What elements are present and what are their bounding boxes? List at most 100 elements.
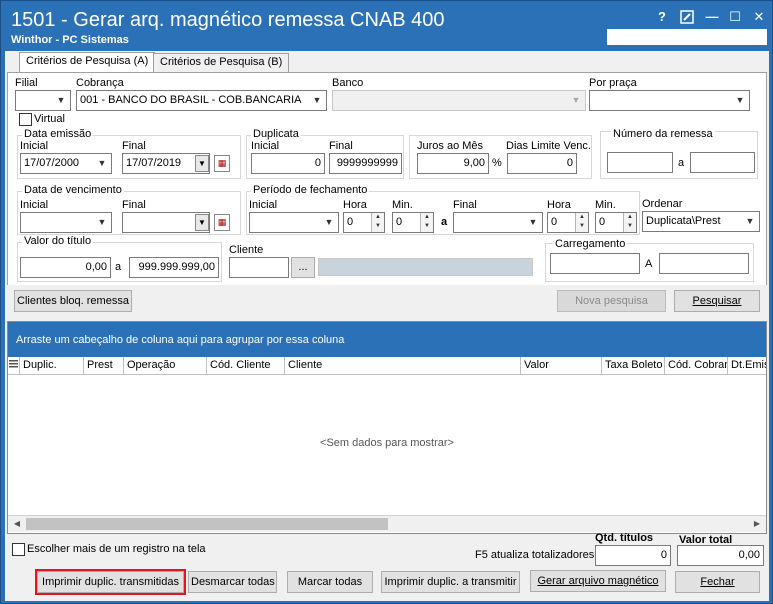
pesquisar-button[interactable]: Pesquisar <box>674 290 760 312</box>
cobranca-combo[interactable]: 001 - BANCO DO BRASIL - COB.BANCARIA ▼ <box>76 90 327 111</box>
chevron-down-icon: ▼ <box>97 158 107 168</box>
gerar-arquivo-button[interactable]: Gerar arquivo magnético <box>530 570 666 592</box>
empty-grid-message: <Sem dados para mostrar> <box>320 437 454 449</box>
tab-strip: Critérios de Pesquisa (A) Critérios de P… <box>5 51 769 73</box>
imprimir-a-transmitir-button[interactable]: Imprimir duplic. a transmitir <box>381 571 520 593</box>
chevron-down-icon: ▼ <box>312 95 322 105</box>
column-operacao[interactable]: Operação <box>124 357 207 375</box>
dias-limite-label: Dias Limite Venc. <box>506 140 591 152</box>
column-valor[interactable]: Valor <box>521 357 602 375</box>
spin-arrows-icon[interactable]: ▲ ▼ <box>371 213 384 232</box>
fechamento-inicial-label: Inicial <box>249 199 278 211</box>
cliente-name-display <box>318 258 533 276</box>
results-grid[interactable]: Arraste um cabeçalho de coluna aqui para… <box>7 321 767 534</box>
fechamento-sep: a <box>441 216 448 228</box>
numero-remessa-to[interactable] <box>690 152 755 173</box>
numero-remessa-from[interactable] <box>607 152 673 173</box>
filial-label: Filial <box>15 77 38 89</box>
qtd-titulos-value: 0 <box>595 545 671 566</box>
scroll-left-icon[interactable]: ◀ <box>10 517 24 531</box>
duplicata-inicial-label: Inicial <box>251 140 280 152</box>
fechar-button[interactable]: Fechar <box>675 571 760 593</box>
cliente-code-input[interactable] <box>229 257 289 278</box>
emissao-inicial-input[interactable]: 17/07/2000 ▼ <box>20 153 112 174</box>
banco-combo[interactable]: ▼ <box>332 90 586 111</box>
valor-to-input[interactable]: 999.999.999,00 <box>129 257 219 278</box>
title-strip <box>607 29 767 45</box>
chevron-down-icon[interactable]: ▼ <box>195 155 209 172</box>
spin-arrows-icon[interactable]: ▲ ▼ <box>575 213 588 232</box>
column-cod-cobranca[interactable]: Cód. Cobran <box>665 357 728 375</box>
column-cliente[interactable]: Cliente <box>285 357 521 375</box>
vencimento-inicial-input[interactable]: ▼ <box>20 212 112 233</box>
duplicata-title: Duplicata <box>251 128 301 140</box>
virtual-checkbox[interactable] <box>19 113 32 126</box>
numero-remessa-label: Número da remessa <box>611 128 715 140</box>
juros-input[interactable]: 9,00 <box>417 153 489 174</box>
marcar-todas-button[interactable]: Marcar todas <box>287 571 373 593</box>
column-duplic[interactable]: Duplic. <box>20 357 84 375</box>
fechamento-inicial-input[interactable]: ▼ <box>249 212 339 233</box>
hora2-label: Hora <box>547 199 571 211</box>
help-button[interactable]: ? <box>652 8 672 26</box>
footer-panel: Escolher mais de um registro na tela Qtd… <box>5 532 769 601</box>
chevron-down-icon: ▼ <box>56 95 66 105</box>
edit-icon[interactable] <box>677 8 697 26</box>
cliente-label: Cliente <box>229 244 264 256</box>
numero-remessa-sep: a <box>678 157 685 169</box>
column-chooser-icon[interactable] <box>8 357 20 375</box>
carregamento-from[interactable] <box>550 253 640 274</box>
juros-label: Juros ao Mês <box>417 140 484 152</box>
title-bar[interactable]: 1501 - Gerar arq. magnético remessa CNAB… <box>1 1 772 49</box>
carregamento-to[interactable] <box>659 253 749 274</box>
scroll-right-icon[interactable]: ▶ <box>750 517 764 531</box>
column-taxa-boleto[interactable]: Taxa Boleto <box>602 357 665 375</box>
emissao-inicial-label: Inicial <box>20 140 49 152</box>
client-area: Critérios de Pesquisa (A) Critérios de P… <box>5 51 769 601</box>
juros-unit: % <box>492 157 502 169</box>
vencimento-inicial-label: Inicial <box>20 199 49 211</box>
virtual-label: Virtual <box>34 113 65 125</box>
chevron-down-icon: ▼ <box>324 217 334 227</box>
scroll-thumb[interactable] <box>26 518 388 530</box>
maximize-button[interactable]: ☐ <box>725 8 745 26</box>
hora1-label: Hora <box>343 199 367 211</box>
calendar-icon[interactable]: ▦ <box>214 155 230 172</box>
spin-arrows-icon[interactable]: ▲ ▼ <box>623 213 636 232</box>
minimize-button[interactable]: — <box>702 8 722 26</box>
qtd-titulos-label: Qtd. títulos <box>595 532 654 544</box>
chevron-down-icon[interactable]: ▼ <box>195 214 209 231</box>
column-dt-emis[interactable]: Dt.Emis <box>728 357 766 375</box>
vencimento-final-label: Final <box>122 199 146 211</box>
close-button[interactable]: ✕ <box>749 8 769 26</box>
tab-criterios-a[interactable]: Critérios de Pesquisa (A) <box>19 52 156 73</box>
fechamento-final-input[interactable]: ▼ <box>453 212 543 233</box>
ordenar-combo[interactable]: Duplicata\Prest ▼ <box>642 211 760 232</box>
group-by-band[interactable]: Arraste um cabeçalho de coluna aqui para… <box>8 322 766 357</box>
cliente-search-button[interactable]: ... <box>291 257 315 278</box>
chevron-down-icon: ▼ <box>97 217 107 227</box>
chevron-down-icon: ▼ <box>745 216 755 226</box>
duplicata-final-input[interactable]: 9999999999 <box>329 153 402 174</box>
spin-arrows-icon[interactable]: ▲ ▼ <box>420 213 433 232</box>
emissao-final-label: Final <box>122 140 146 152</box>
horizontal-scrollbar[interactable]: ◀ ▶ <box>8 515 766 532</box>
column-cod-cliente[interactable]: Cód. Cliente <box>207 357 285 375</box>
data-emissao-title: Data emissão <box>22 128 94 140</box>
clientes-bloq-button[interactable]: Clientes bloq. remessa <box>14 290 132 312</box>
filial-combo[interactable]: ▼ <box>15 90 71 111</box>
valor-from-input[interactable]: 0,00 <box>20 257 111 278</box>
nova-pesquisa-button[interactable]: Nova pesquisa <box>557 290 666 312</box>
desmarcar-todas-button[interactable]: Desmarcar todas <box>188 571 277 593</box>
column-prest[interactable]: Prest <box>84 357 124 375</box>
imprimir-transmitidas-button[interactable]: Imprimir duplic. transmitidas <box>35 569 186 595</box>
dias-limite-input[interactable]: 0 <box>507 153 577 174</box>
carregamento-label: Carregamento <box>553 238 628 250</box>
multi-select-checkbox[interactable] <box>12 543 25 556</box>
valor-titulo-title: Valor do título <box>22 235 94 247</box>
tab-criterios-b[interactable]: Critérios de Pesquisa (B) <box>153 53 290 72</box>
calendar-icon[interactable]: ▦ <box>214 214 230 231</box>
duplicata-inicial-input[interactable]: 0 <box>251 153 325 174</box>
search-toolbar: Clientes bloq. remessa Nova pesquisa Pes… <box>7 285 767 321</box>
por-praca-combo[interactable]: ▼ <box>589 90 750 111</box>
